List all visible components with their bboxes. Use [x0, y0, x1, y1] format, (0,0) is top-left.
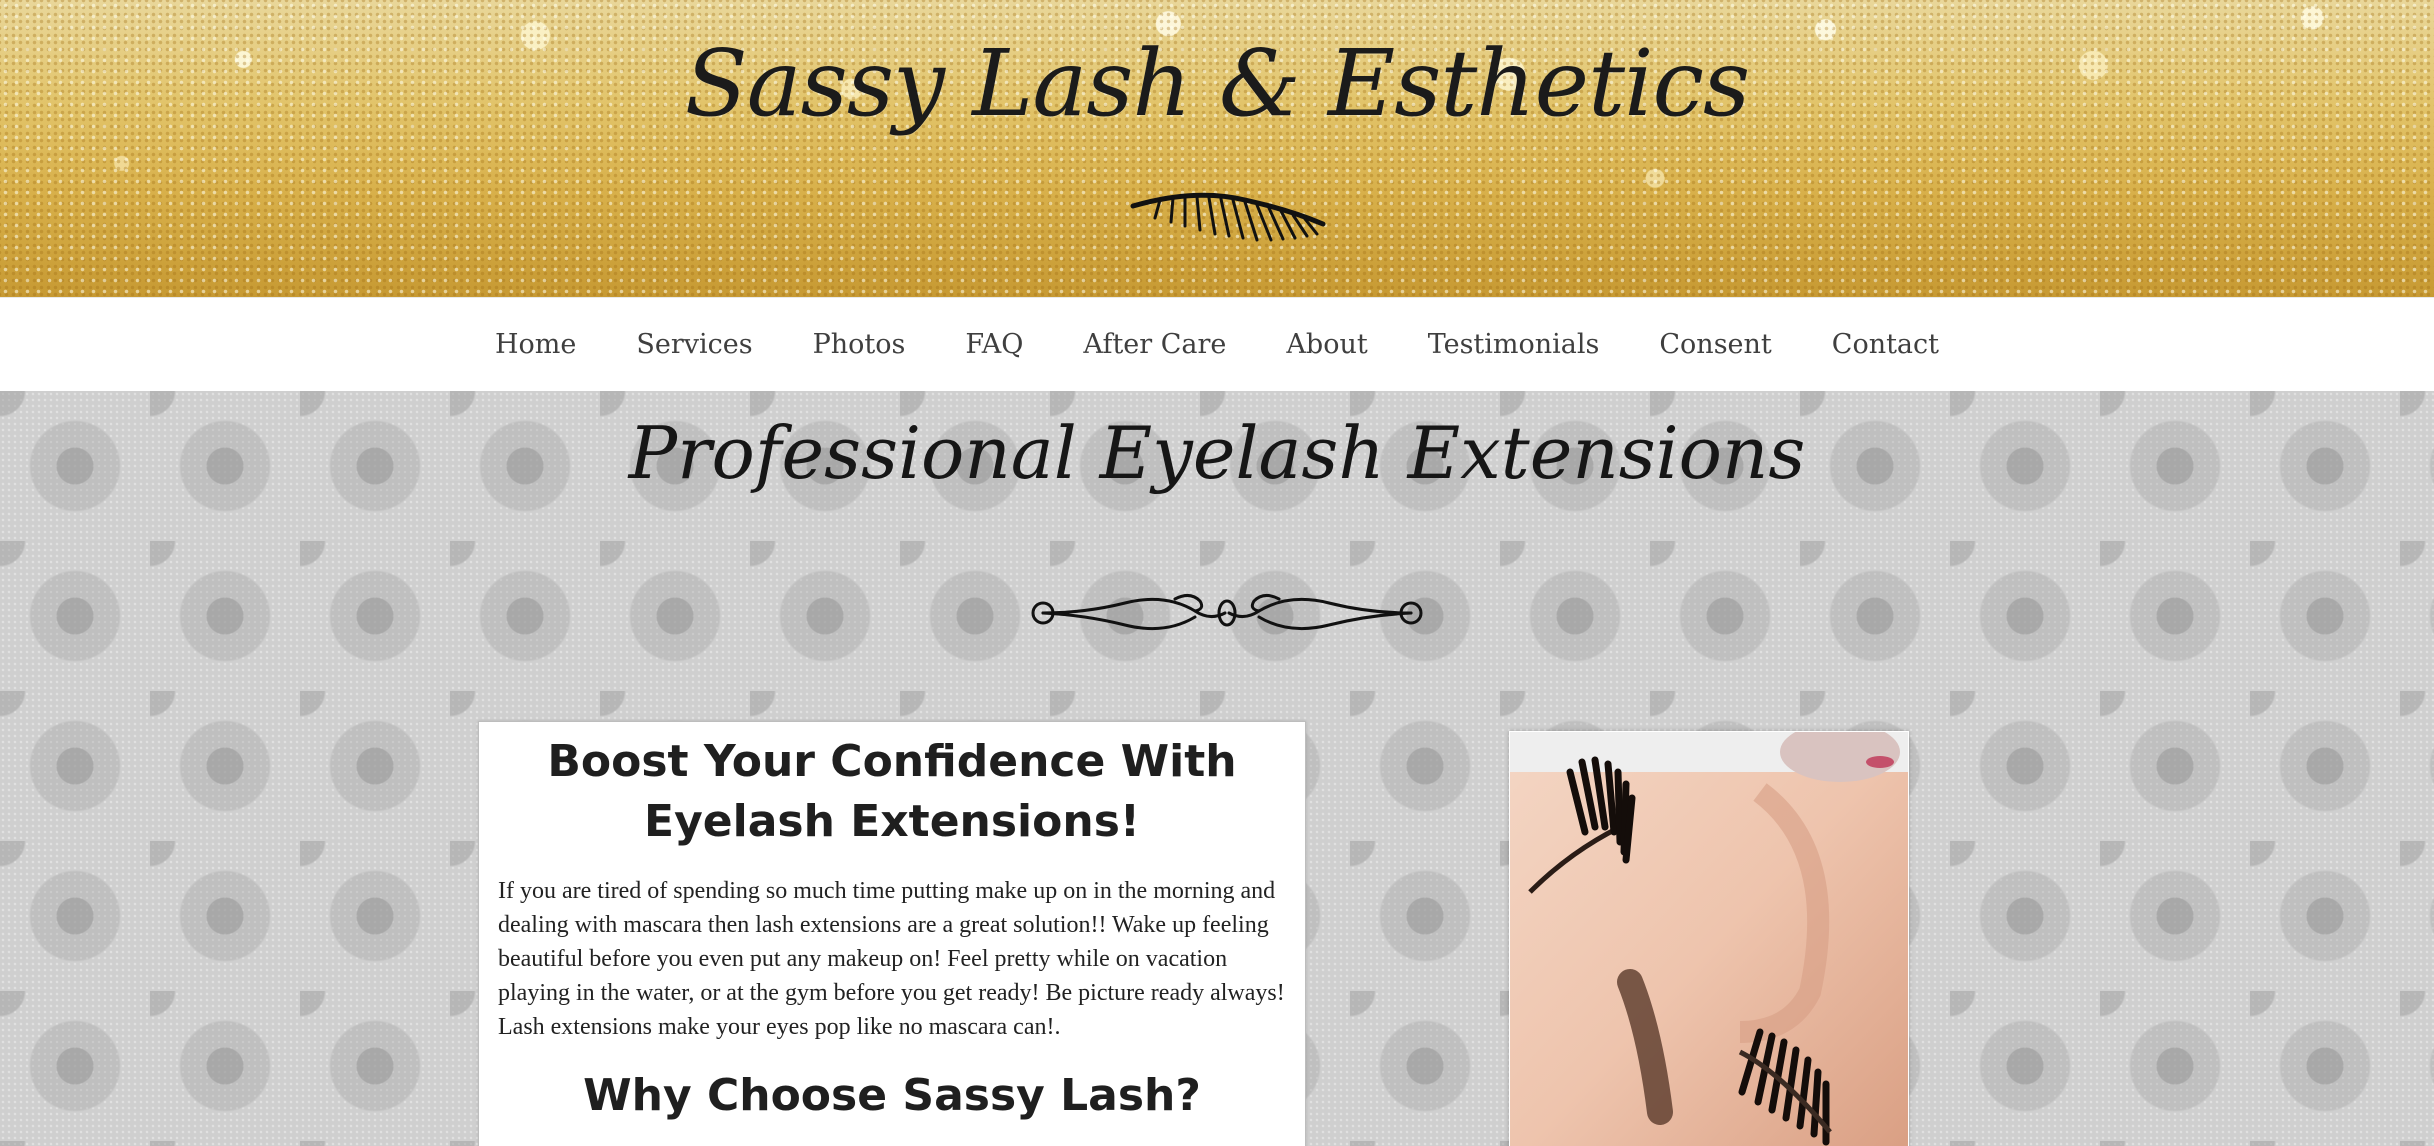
nav-item-after-care[interactable]: After Care [1083, 329, 1226, 360]
eyelash-extensions-closeup-photo [1510, 732, 1908, 1146]
flourish-divider-icon [1031, 594, 1423, 631]
nav-item-about[interactable]: About [1286, 329, 1367, 360]
intro-card: Boost Your Confidence With Eyelash Exten… [478, 721, 1306, 1146]
main-nav: Home Services Photos FAQ After Care Abou… [0, 297, 2434, 392]
eyelash-icon [1130, 192, 1326, 242]
nav-item-home[interactable]: Home [495, 329, 576, 360]
card-title: Boost Your Confidence With Eyelash Exten… [547, 736, 1237, 847]
nav-item-photos[interactable]: Photos [813, 329, 906, 360]
page-heading: Professional Eyelash Extensions [628, 411, 1806, 495]
eyelash-photo [1509, 731, 1909, 1146]
main-content: Professional Eyelash Extensions Boost Yo… [0, 391, 2434, 1146]
nav-item-faq[interactable]: FAQ [965, 329, 1023, 360]
nav-item-consent[interactable]: Consent [1659, 329, 1771, 360]
nav-item-services[interactable]: Services [636, 329, 752, 360]
nav-item-testimonials[interactable]: Testimonials [1428, 329, 1600, 360]
site-title[interactable]: Sassy Lash & Esthetics [0, 30, 2434, 137]
nav-item-contact[interactable]: Contact [1832, 329, 1939, 360]
card-subtitle: Why Choose Sassy Lash? [583, 1070, 1201, 1121]
site-header: Sassy Lash & Esthetics [0, 0, 2434, 297]
card-body-text: If you are tired of spending so much tim… [498, 878, 1285, 1040]
